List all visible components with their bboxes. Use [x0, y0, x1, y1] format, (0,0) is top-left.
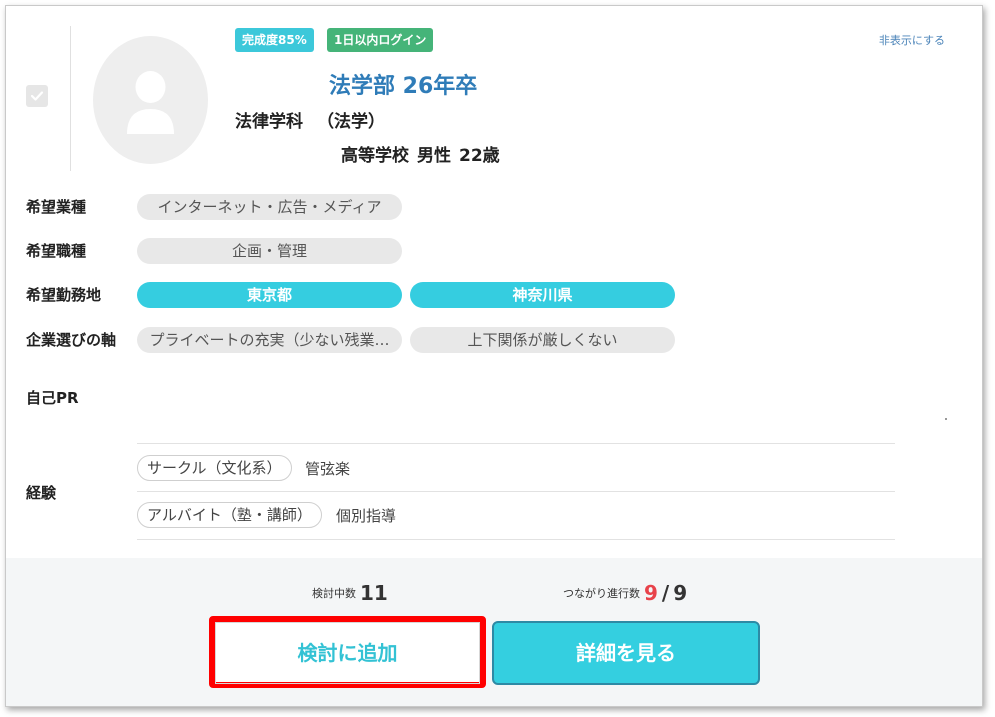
considering-count: 11 [360, 581, 388, 605]
view-details-button[interactable]: 詳細を見る [492, 621, 760, 685]
connections-label: つながり進行数 [563, 587, 640, 600]
divider [137, 539, 895, 540]
hide-link[interactable]: 非表示にする [879, 32, 945, 48]
axis-tag: 上下関係が厳しくない [410, 327, 675, 353]
card-footer: 検討中数 11 つながり進行数 9/9 検討に追加 詳細を見る [6, 558, 982, 706]
connections-current: 9 [644, 581, 658, 605]
experience-category: サークル（文化系） [137, 455, 292, 481]
age: 22歳 [459, 146, 500, 166]
dot [945, 418, 947, 420]
major: （法学） [317, 112, 385, 132]
location-tag: 東京都 [137, 282, 402, 308]
add-to-consideration-label: 検討に追加 [215, 622, 480, 684]
check-icon [30, 91, 44, 101]
experience-value: 管弦楽 [305, 460, 351, 478]
location-tag: 神奈川県 [410, 282, 675, 308]
considering-label: 検討中数 [312, 587, 356, 600]
school-type: 高等学校 [341, 146, 409, 166]
experience-category: アルバイト（塾・講師） [137, 502, 322, 528]
location-label: 希望勤務地 [26, 286, 102, 304]
add-to-consideration-button[interactable]: 検討に追加 [209, 616, 486, 688]
profile-info: 高等学校 男性 22歳 [341, 141, 500, 166]
axis-label: 企業選びの軸 [26, 331, 117, 349]
school-title: 法学部 26年卒 [329, 74, 478, 99]
job-tag: 企画・管理 [137, 238, 402, 264]
experience-value: 個別指導 [336, 507, 397, 525]
considering-stat: 検討中数 11 [312, 581, 388, 605]
divider [137, 443, 895, 444]
axis-tag: プライベートの充実（少ない残業… [137, 327, 402, 353]
department: 法律学科 （法学） [235, 107, 385, 132]
completion-badge: 完成度85% [235, 28, 314, 52]
connections-separator: / [661, 581, 670, 605]
department-name: 法律学科 [235, 112, 303, 132]
connections-total: 9 [673, 581, 688, 605]
divider [137, 491, 895, 492]
industry-tag: インターネット・広告・メディア [137, 194, 402, 220]
job-label: 希望職種 [26, 242, 87, 260]
pr-label: 自己PR [26, 389, 79, 407]
connections-stat: つながり進行数 9/9 [563, 581, 687, 605]
login-badge: 1日以内ログイン [327, 28, 434, 52]
gender: 男性 [417, 146, 451, 166]
divider [70, 26, 71, 171]
avatar [93, 36, 208, 164]
select-checkbox[interactable] [26, 85, 48, 107]
industry-label: 希望業種 [26, 198, 87, 216]
student-card: 完成度85% 1日以内ログイン 非表示にする 法学部 26年卒 法律学科 （法学）… [5, 5, 983, 707]
user-silhouette-icon [127, 71, 174, 134]
experience-label: 経験 [26, 484, 57, 502]
